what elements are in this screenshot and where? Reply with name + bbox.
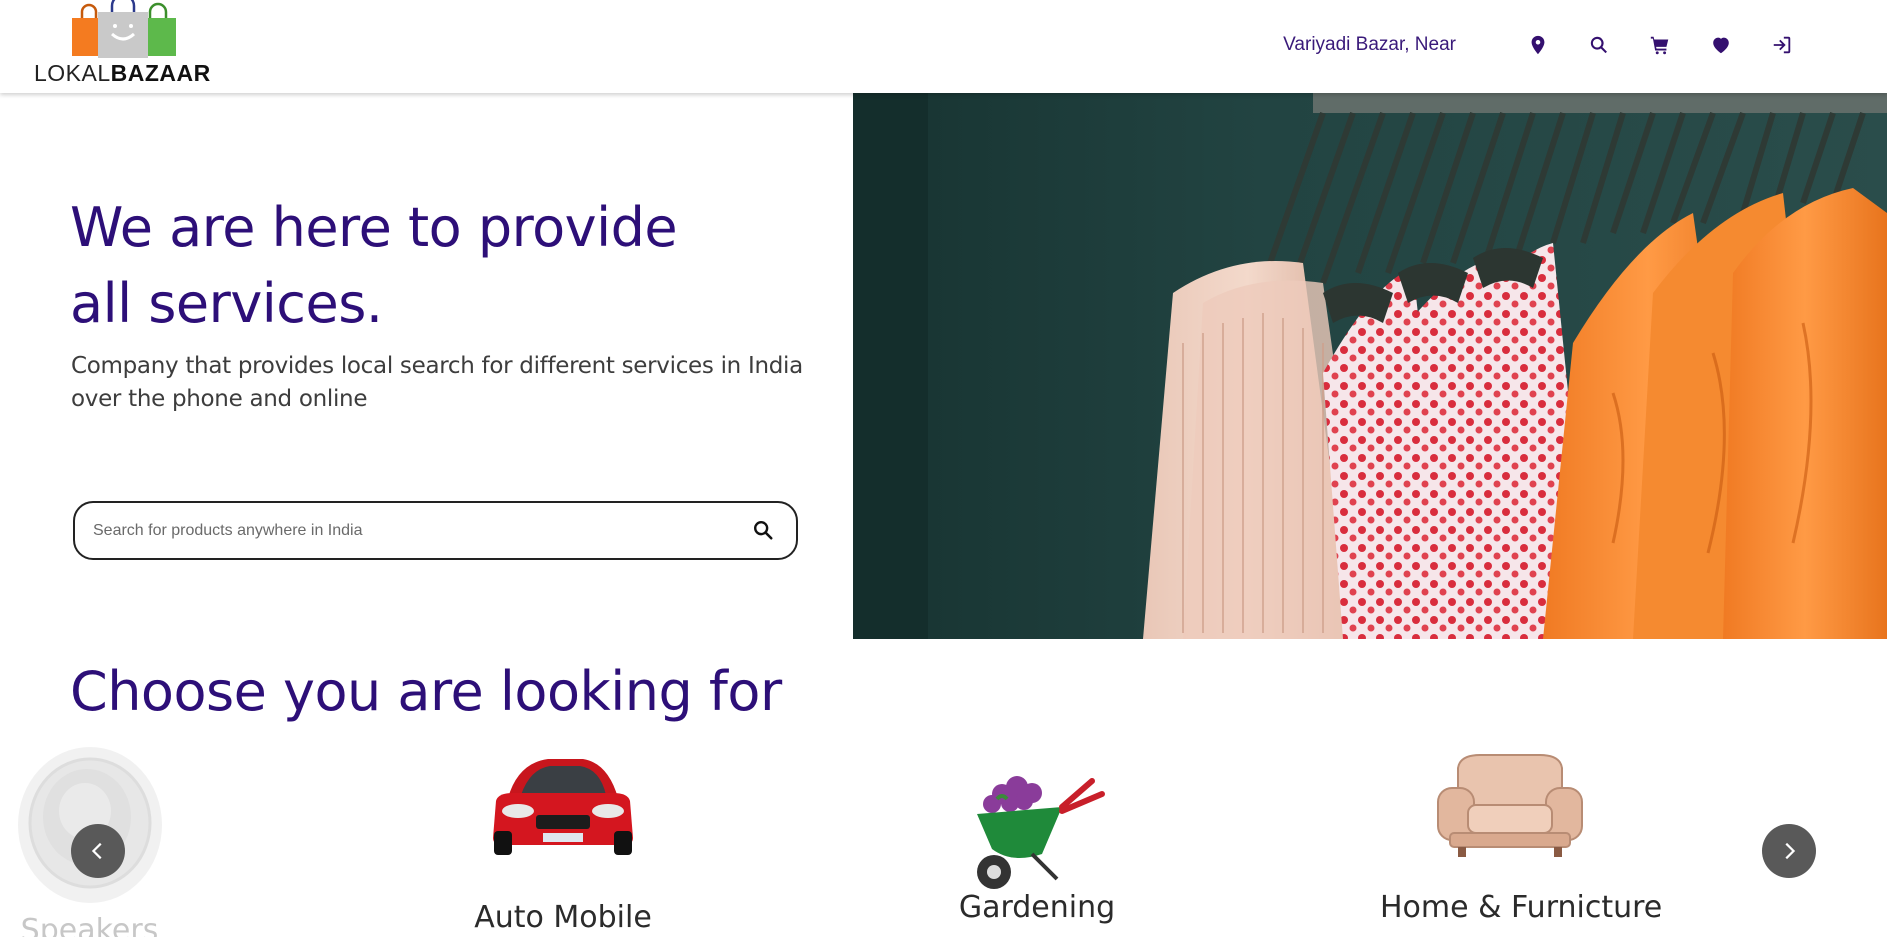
categories-section-title: Choose you are looking for [70, 660, 782, 723]
product-search-input[interactable] [93, 515, 733, 547]
top-header: LOKALBAZAAR Variyadi Bazar, Near [0, 0, 1887, 93]
heart-icon[interactable] [1708, 32, 1734, 58]
login-icon[interactable] [1769, 32, 1795, 58]
product-search-bar [73, 501, 798, 560]
location-text[interactable]: Variyadi Bazar, Near [1283, 34, 1456, 56]
logo-part1: LOKAL [34, 60, 111, 86]
search-submit-icon[interactable] [752, 519, 776, 543]
carousel-prev-button[interactable] [71, 824, 125, 878]
category-label: Auto Mobile [474, 900, 652, 935]
category-label: Home & Furnicture [1380, 890, 1663, 925]
hero-clothes-rack-image [853, 93, 1887, 639]
category-item-gardening[interactable]: Gardening [937, 745, 1137, 937]
category-label: Speakers [20, 913, 159, 937]
cart-icon[interactable] [1647, 32, 1673, 58]
logo-part2: BAZAAR [110, 60, 211, 86]
sofa-image [1437, 754, 1583, 857]
wheelbarrow-image [977, 776, 1105, 889]
chevron-left-icon [91, 842, 102, 860]
category-item-home-furnicture[interactable]: Home & Furnicture [1380, 745, 1663, 937]
lokalbazaar-logo[interactable]: LOKALBAZAAR [32, 0, 217, 88]
hero-subtitle: Company that provides local search for d… [71, 353, 803, 412]
shopping-bags-icon [72, 0, 176, 58]
red-car-image [493, 759, 633, 855]
category-item-auto-mobile[interactable]: Auto Mobile [463, 745, 663, 937]
category-carousel: Speakers Auto Mobile Gardening Home & Fu… [0, 745, 1887, 937]
category-label: Gardening [958, 890, 1116, 925]
chevron-right-icon [1785, 842, 1796, 860]
logo-wordmark: LOKALBAZAAR [34, 60, 211, 87]
hero-title: We are here to provide all services. [70, 196, 678, 335]
header-nav: Variyadi Bazar, Near [1283, 27, 1795, 63]
location-pin-icon[interactable] [1525, 32, 1551, 58]
search-icon[interactable] [1586, 32, 1612, 58]
carousel-next-button[interactable] [1762, 824, 1816, 878]
